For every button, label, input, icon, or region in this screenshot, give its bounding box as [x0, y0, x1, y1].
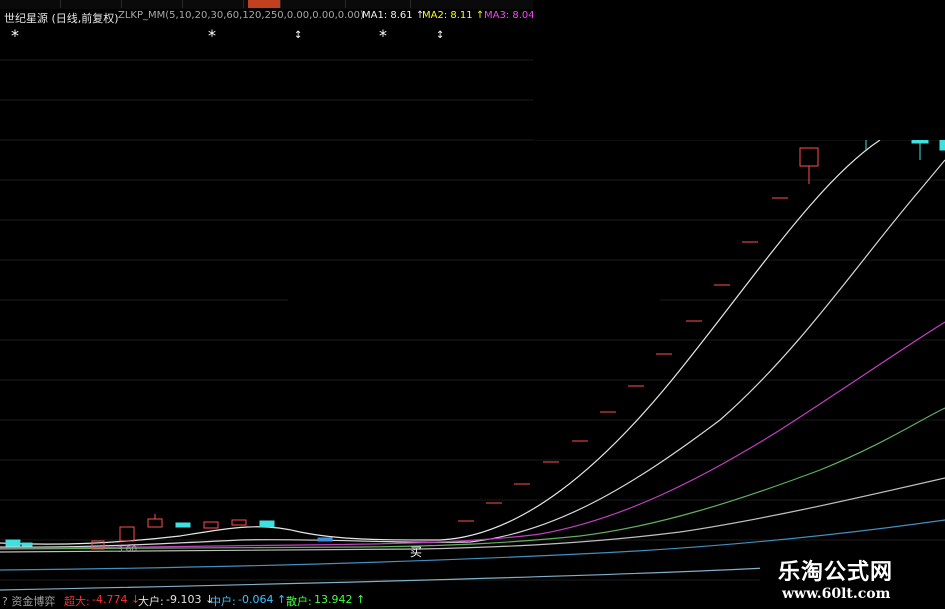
candle	[21, 542, 33, 547]
watermark-title: 乐淘公式网	[778, 559, 894, 585]
ma-line-4	[0, 407, 945, 550]
watermark: 乐淘公式网 www.60lt.com	[760, 548, 945, 609]
mid-label: 中户:	[210, 595, 236, 608]
indicator-status-bar: ? 资金博弈 超大: -4.774 ↓ 大户: -9.103 ↓ 中户: -0.…	[0, 592, 760, 608]
candle	[259, 520, 275, 528]
small-label: 散户:	[286, 595, 312, 608]
masked-region	[533, 0, 945, 140]
candle	[147, 518, 163, 528]
watermark-url: www.60lt.com	[782, 586, 891, 602]
candle	[203, 521, 219, 529]
masked-region	[288, 278, 660, 333]
candle	[317, 537, 333, 542]
large-label: 大户:	[138, 595, 164, 608]
star-marker: *	[208, 26, 216, 45]
star-marker: *	[11, 26, 19, 45]
candle	[119, 526, 135, 542]
ma-line-3	[0, 321, 945, 549]
candle	[939, 139, 945, 151]
price-label: 3.60	[117, 545, 137, 555]
ma-line-2	[0, 159, 945, 548]
moving-average-lines	[0, 139, 945, 591]
ma-line-5	[0, 477, 945, 553]
candlesticks	[5, 139, 945, 550]
indicator-menu[interactable]: ? 资金博弈	[2, 593, 55, 609]
super-large-label: 超大:	[64, 595, 90, 608]
candle	[231, 519, 247, 526]
large-value: -9.103 ↓	[166, 593, 215, 606]
mid-value: -0.064 ↑	[238, 593, 287, 606]
star-marker: *	[379, 26, 387, 45]
super-large-value: -4.774 ↓	[92, 593, 141, 606]
candle	[175, 522, 191, 528]
ma-line-1	[0, 139, 881, 545]
buy-signal-label: 买	[410, 545, 422, 559]
small-value: 13.942 ↑	[314, 593, 366, 606]
updown-marker: ↕	[436, 30, 444, 41]
candle	[799, 147, 819, 167]
marker-row: * * ↕ * ↕	[11, 26, 444, 45]
candle	[5, 539, 21, 547]
candle	[911, 139, 929, 144]
updown-marker: ↕	[294, 30, 302, 41]
